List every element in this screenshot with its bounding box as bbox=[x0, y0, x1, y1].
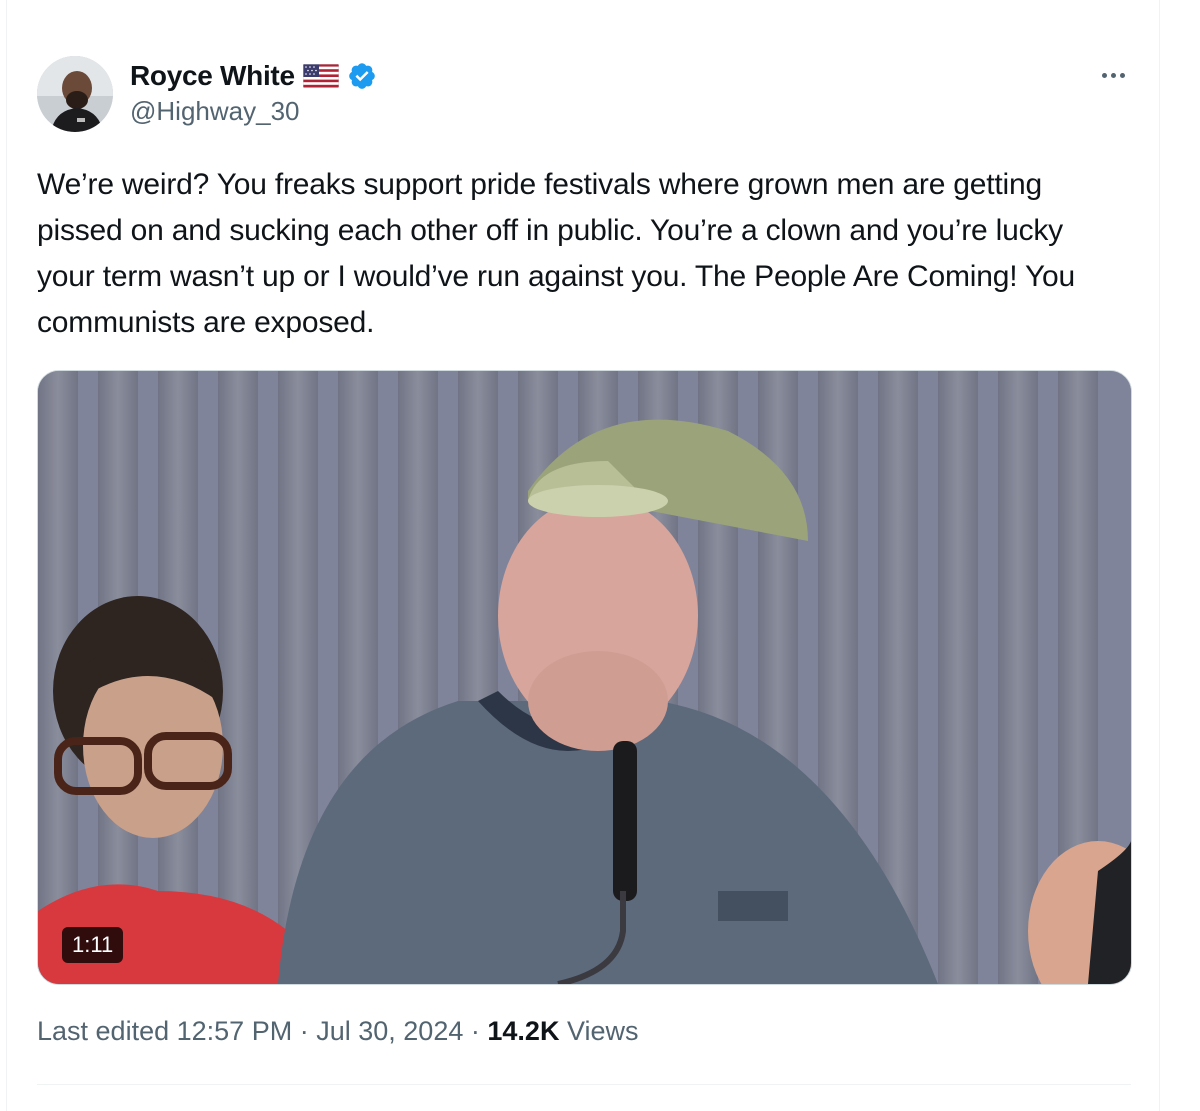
video-thumbnail bbox=[38, 371, 1131, 984]
divider bbox=[37, 1084, 1131, 1085]
post-time[interactable]: 12:57 PM bbox=[177, 1016, 293, 1046]
tweet-card: Royce White @Highway_30 We’re weird? You… bbox=[6, 0, 1160, 1111]
video-duration-badge: 1:11 bbox=[62, 927, 124, 963]
meta-separator: · bbox=[470, 1016, 480, 1046]
verified-badge-icon bbox=[348, 63, 375, 89]
author-name-row: Royce White bbox=[130, 58, 377, 94]
meta-separator: · bbox=[299, 1016, 309, 1046]
us-flag-icon bbox=[302, 64, 339, 88]
more-horizontal-icon bbox=[1101, 72, 1107, 78]
tweet-metadata: Last edited 12:57 PM · Jul 30, 2024 · 14… bbox=[37, 1016, 639, 1047]
author-display-name[interactable]: Royce White bbox=[130, 60, 295, 92]
video-player[interactable]: 1:11 bbox=[37, 370, 1132, 985]
avatar[interactable] bbox=[37, 56, 113, 132]
more-options-button[interactable] bbox=[1093, 60, 1133, 90]
views-label: Views bbox=[566, 1016, 639, 1046]
post-date[interactable]: Jul 30, 2024 bbox=[316, 1016, 463, 1046]
views-count: 14.2K bbox=[487, 1016, 560, 1046]
edited-label[interactable]: Last edited bbox=[37, 1016, 169, 1046]
author-handle[interactable]: @Highway_30 bbox=[130, 96, 299, 127]
tweet-text: We’re weird? You freaks support pride fe… bbox=[37, 168, 1075, 339]
